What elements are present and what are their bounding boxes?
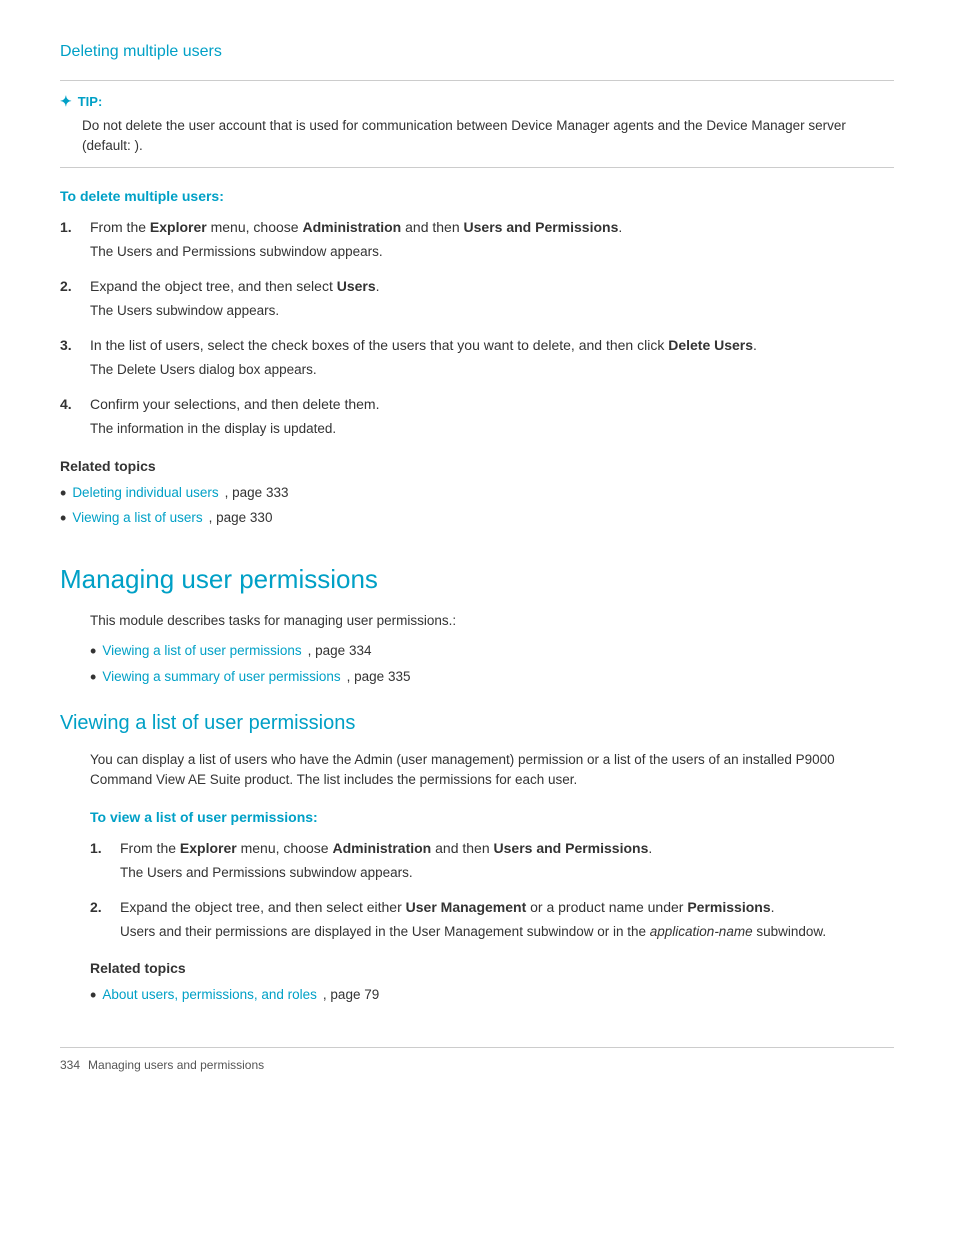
view-step-2-text: Expand the object tree, and then select … bbox=[120, 899, 775, 915]
steps-list-delete-multiple: 1. From the Explorer menu, choose Admini… bbox=[60, 217, 894, 440]
step-3-text: In the list of users, select the check b… bbox=[90, 337, 757, 353]
managing-user-permissions-heading: Managing user permissions bbox=[60, 560, 894, 599]
step-1-bold-1: Explorer bbox=[150, 219, 207, 235]
footer: 334 Managing users and permissions bbox=[60, 1047, 894, 1074]
managing-page-ref-2: , page 335 bbox=[347, 667, 411, 687]
managing-link-item-1: • Viewing a list of user permissions , pa… bbox=[90, 641, 894, 663]
tip-label-text: TIP: bbox=[78, 92, 103, 112]
step-4-note: The information in the display is update… bbox=[90, 419, 894, 439]
footer-page-text: Managing users and permissions bbox=[88, 1056, 264, 1074]
tip-box: ✦ TIP: Do not delete the user account th… bbox=[60, 80, 894, 168]
procedure-heading-delete-multiple: To delete multiple users: bbox=[60, 186, 894, 207]
page-ref-1-view: , page 79 bbox=[323, 985, 379, 1005]
page-ref-1-delete: , page 333 bbox=[225, 483, 289, 503]
footer-page-number: 334 bbox=[60, 1056, 80, 1074]
view-step-2-note: Users and their permissions are displaye… bbox=[120, 922, 894, 942]
step-content-2: Expand the object tree, and then select … bbox=[90, 276, 894, 321]
related-topics-heading-delete: Related topics bbox=[60, 456, 894, 477]
view-step-1-bold-3: Users and Permissions bbox=[494, 840, 649, 856]
step-1-note: The Users and Permissions subwindow appe… bbox=[90, 242, 894, 262]
view-step-content-2: Expand the object tree, and then select … bbox=[120, 897, 894, 942]
step-1-text: From the Explorer menu, choose Administr… bbox=[90, 219, 622, 235]
step-2-bold-1: Users bbox=[337, 278, 376, 294]
managing-page-ref-1: , page 334 bbox=[308, 641, 372, 661]
view-step-2-italic: application-name bbox=[650, 924, 753, 939]
step-1-view-permissions: 1. From the Explorer menu, choose Admini… bbox=[90, 838, 894, 883]
viewing-list-permissions-heading: Viewing a list of user permissions bbox=[60, 708, 894, 738]
view-step-1-note: The Users and Permissions subwindow appe… bbox=[120, 863, 894, 883]
bullet-m2: • bbox=[90, 667, 96, 689]
step-number-2: 2. bbox=[60, 276, 80, 321]
bullet-v1: • bbox=[90, 985, 96, 1007]
managing-permissions-links: • Viewing a list of user permissions , pa… bbox=[90, 641, 894, 688]
step-4-delete-multiple: 4. Confirm your selections, and then del… bbox=[60, 394, 894, 439]
step-content-3: In the list of users, select the check b… bbox=[90, 335, 894, 380]
related-topics-heading-view: Related topics bbox=[90, 958, 894, 979]
view-step-2-bold-2: Permissions bbox=[687, 899, 770, 915]
bullet-1: • bbox=[60, 483, 66, 505]
tip-text: Do not delete the user account that is u… bbox=[82, 116, 894, 157]
step-2-view-permissions: 2. Expand the object tree, and then sele… bbox=[90, 897, 894, 942]
step-2-note: The Users subwindow appears. bbox=[90, 301, 894, 321]
related-list-view: • About users, permissions, and roles , … bbox=[90, 985, 894, 1007]
related-link-2-delete[interactable]: Viewing a list of users bbox=[72, 508, 202, 528]
step-content-1: From the Explorer menu, choose Administr… bbox=[90, 217, 894, 262]
step-1-bold-2: Administration bbox=[302, 219, 401, 235]
managing-link-item-2: • Viewing a summary of user permissions,… bbox=[90, 667, 894, 689]
managing-link-1[interactable]: Viewing a list of user permissions bbox=[102, 641, 301, 661]
view-step-1-text: From the Explorer menu, choose Administr… bbox=[120, 840, 652, 856]
bullet-2: • bbox=[60, 508, 66, 530]
step-1-bold-3: Users and Permissions bbox=[464, 219, 619, 235]
viewing-list-description: You can display a list of users who have… bbox=[90, 750, 894, 791]
managing-link-2[interactable]: Viewing a summary of user permissions bbox=[102, 667, 340, 687]
step-1-delete-multiple: 1. From the Explorer menu, choose Admini… bbox=[60, 217, 894, 262]
step-number-3: 3. bbox=[60, 335, 80, 380]
step-number-4: 4. bbox=[60, 394, 80, 439]
related-item-1-delete: • Deleting individual users , page 333 bbox=[60, 483, 894, 505]
related-link-1-delete[interactable]: Deleting individual users bbox=[72, 483, 218, 503]
page-ref-2-delete: , page 330 bbox=[209, 508, 273, 528]
related-item-1-view: • About users, permissions, and roles , … bbox=[90, 985, 894, 1007]
tip-label: ✦ TIP: bbox=[60, 91, 894, 112]
step-4-text: Confirm your selections, and then delete… bbox=[90, 396, 380, 412]
view-step-1-bold-2: Administration bbox=[332, 840, 431, 856]
view-step-number-1: 1. bbox=[90, 838, 110, 883]
procedure-heading-view-list: To view a list of user permissions: bbox=[90, 807, 894, 828]
step-3-bold-1: Delete Users bbox=[668, 337, 753, 353]
view-step-number-2: 2. bbox=[90, 897, 110, 942]
step-3-delete-multiple: 3. In the list of users, select the chec… bbox=[60, 335, 894, 380]
step-2-delete-multiple: 2. Expand the object tree, and then sele… bbox=[60, 276, 894, 321]
step-3-note: The Delete Users dialog box appears. bbox=[90, 360, 894, 380]
view-step-content-1: From the Explorer menu, choose Administr… bbox=[120, 838, 894, 883]
view-step-1-bold-1: Explorer bbox=[180, 840, 237, 856]
step-2-text: Expand the object tree, and then select … bbox=[90, 278, 380, 294]
related-link-1-view[interactable]: About users, permissions, and roles bbox=[102, 985, 317, 1005]
managing-permissions-intro: This module describes tasks for managing… bbox=[90, 611, 894, 631]
view-step-2-bold-1: User Management bbox=[406, 899, 527, 915]
related-list-delete: • Deleting individual users , page 333 • … bbox=[60, 483, 894, 530]
steps-list-view-permissions: 1. From the Explorer menu, choose Admini… bbox=[90, 838, 894, 943]
tip-icon: ✦ bbox=[60, 91, 72, 112]
bullet-m1: • bbox=[90, 641, 96, 663]
step-number-1: 1. bbox=[60, 217, 80, 262]
related-item-2-delete: • Viewing a list of users , page 330 bbox=[60, 508, 894, 530]
step-content-4: Confirm your selections, and then delete… bbox=[90, 394, 894, 439]
section-heading-deleting-multiple-users: Deleting multiple users bbox=[60, 40, 894, 64]
